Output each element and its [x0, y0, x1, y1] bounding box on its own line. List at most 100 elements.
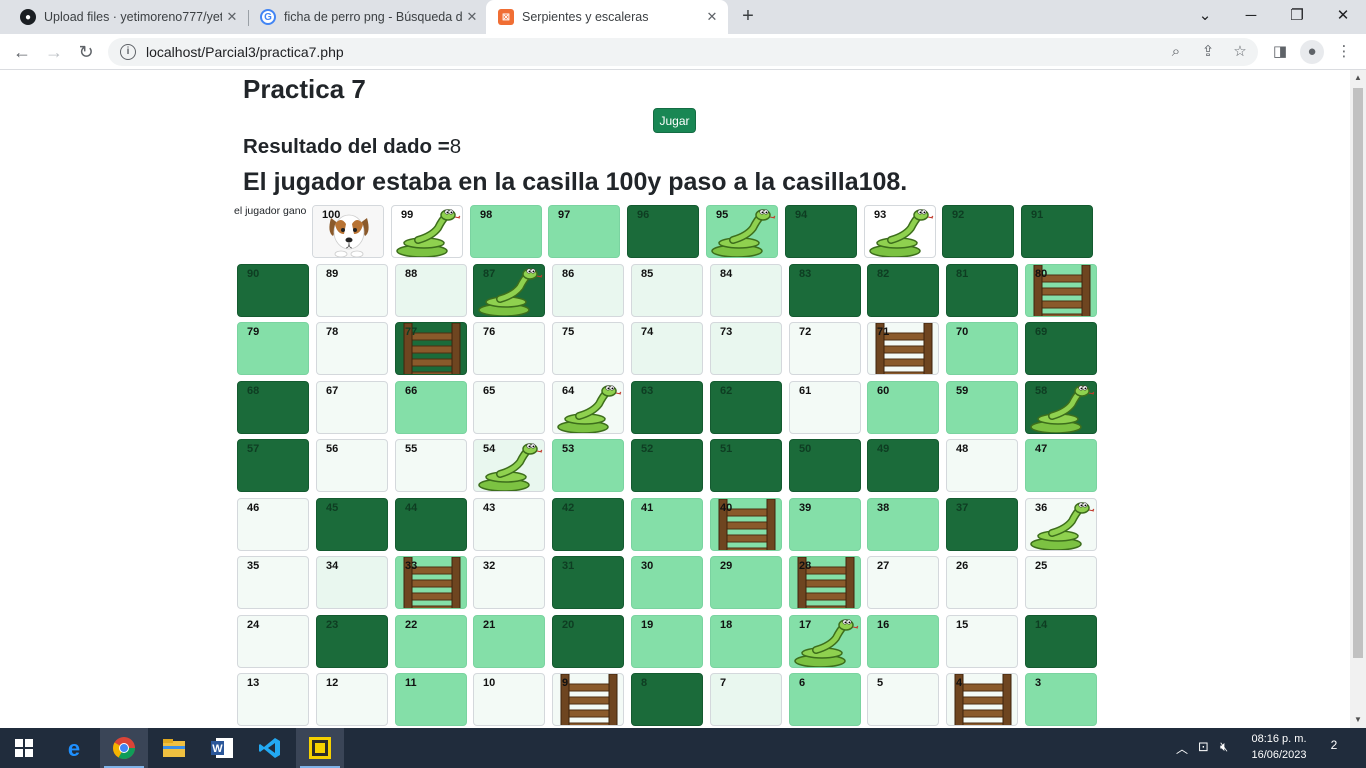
cell-number: 43 — [483, 502, 496, 514]
board-cell-71: 71 — [867, 322, 939, 375]
new-tab-button[interactable]: + — [736, 4, 760, 28]
cell-number: 5 — [877, 677, 884, 689]
reload-icon[interactable]: ↻ — [72, 38, 100, 66]
board-cell-26: 26 — [946, 556, 1018, 609]
board-cell-55: 55 — [395, 439, 467, 492]
board-cell-69: 69 — [1025, 322, 1097, 375]
forward-arrow-icon[interactable]: → — [40, 38, 68, 66]
back-arrow-icon[interactable]: ← — [8, 38, 36, 66]
site-info-icon[interactable]: i — [120, 44, 136, 60]
tab-upload-files[interactable]: ● Upload files · yetimoreno777/yeti ✕ — [8, 0, 248, 34]
word-icon[interactable]: W — [198, 728, 246, 768]
cell-number: 11 — [405, 677, 417, 689]
dice-label: Resultado del dado = — [243, 135, 450, 158]
file-explorer-icon[interactable] — [150, 728, 198, 768]
board-cell-92: 92 — [942, 205, 1014, 258]
side-panel-icon[interactable]: ◨ — [1268, 40, 1292, 64]
menu-kebab-icon[interactable]: ⋮ — [1332, 40, 1356, 64]
tab-search-chevron-icon[interactable]: ⌄ — [1182, 0, 1228, 34]
board-cell-10: 10 — [473, 673, 545, 726]
board-cell-96: 96 — [627, 205, 699, 258]
scroll-up-arrow-icon[interactable]: ▲ — [1350, 70, 1366, 86]
close-window-button[interactable]: ✕ — [1320, 0, 1366, 34]
cell-number: 3 — [1035, 677, 1042, 689]
xampp-icon: ⊠ — [498, 9, 514, 25]
cell-number: 31 — [562, 560, 575, 572]
board-cell-24: 24 — [237, 615, 309, 668]
scroll-down-arrow-icon[interactable]: ▼ — [1350, 712, 1366, 728]
cell-number: 4 — [956, 677, 963, 689]
board-cell-82: 82 — [867, 264, 939, 317]
jugar-button[interactable]: Jugar — [653, 108, 696, 133]
tab-title: Upload files · yetimoreno777/yeti — [44, 10, 222, 24]
board-cell-42: 42 — [552, 498, 624, 551]
board-cell-32: 32 — [473, 556, 545, 609]
clock-time[interactable]: 08:16 p. m. — [1244, 733, 1314, 745]
board-cell-23: 23 — [316, 615, 388, 668]
maximize-button[interactable]: ❐ — [1274, 0, 1320, 34]
dice-value: 8 — [449, 135, 462, 158]
cell-number: 54 — [483, 443, 496, 455]
profile-avatar-icon[interactable]: ● — [1300, 40, 1324, 64]
clock-date[interactable]: 16/06/2023 — [1244, 749, 1314, 761]
cell-number: 81 — [956, 268, 969, 280]
cell-number: 16 — [877, 619, 890, 631]
board-cell-31: 31 — [552, 556, 624, 609]
zoom-search-icon[interactable]: ⌕ — [1165, 42, 1187, 62]
board-cell-54: 54 — [473, 439, 545, 492]
edge-icon[interactable]: e — [50, 728, 98, 768]
cell-number: 28 — [799, 560, 812, 572]
board-cell-68: 68 — [237, 381, 309, 434]
bookmark-star-icon[interactable]: ☆ — [1229, 42, 1251, 62]
cell-number: 15 — [956, 619, 969, 631]
notifications-icon[interactable]: 2 — [1322, 738, 1346, 752]
vscode-icon[interactable] — [246, 728, 294, 768]
share-icon[interactable]: ⇪ — [1197, 42, 1219, 62]
board-cell-28: 28 — [789, 556, 861, 609]
cell-number: 52 — [641, 443, 654, 455]
board-cell-60: 60 — [867, 381, 939, 434]
board-cell-65: 65 — [473, 381, 545, 434]
close-tab-icon[interactable]: ✕ — [222, 9, 242, 25]
close-tab-icon[interactable]: ✕ — [462, 9, 482, 25]
board-cell-7: 7 — [710, 673, 782, 726]
notification-count: 2 — [1330, 738, 1338, 752]
cell-number: 72 — [799, 326, 812, 338]
minimize-button[interactable]: ─ — [1228, 0, 1274, 34]
cell-number: 26 — [956, 560, 969, 572]
page-scrollbar[interactable]: ▲ ▼ — [1350, 70, 1366, 728]
tab-title: ficha de perro png - Búsqueda de — [284, 10, 462, 24]
cell-number: 30 — [641, 560, 654, 572]
address-bar[interactable]: i localhost/Parcial3/practica7.php ⌕ ⇪ ☆ — [108, 38, 1258, 66]
cell-number: 79 — [247, 326, 260, 338]
tab-serpientes[interactable]: ⊠ Serpientes y escaleras ✕ — [486, 0, 728, 34]
cell-number: 27 — [877, 560, 890, 572]
board-cell-30: 30 — [631, 556, 703, 609]
board-cell-36: 36 — [1025, 498, 1097, 551]
cell-number: 17 — [799, 619, 812, 631]
chrome-icon[interactable] — [100, 728, 148, 768]
board-cell-62: 62 — [710, 381, 782, 434]
board-cell-49: 49 — [867, 439, 939, 492]
tab-google-search[interactable]: G ficha de perro png - Búsqueda de ✕ — [248, 0, 488, 34]
cell-number: 46 — [247, 502, 260, 514]
browser-toolbar: ← → ↻ i localhost/Parcial3/practica7.php… — [0, 34, 1366, 70]
cell-number: 84 — [720, 268, 733, 280]
close-tab-icon[interactable]: ✕ — [702, 9, 722, 25]
board-cell-29: 29 — [710, 556, 782, 609]
board-cell-12: 12 — [316, 673, 388, 726]
board-cell-88: 88 — [395, 264, 467, 317]
cell-number: 61 — [799, 385, 812, 397]
xampp-taskbar-icon[interactable] — [296, 728, 344, 768]
scrollbar-thumb[interactable] — [1353, 88, 1363, 658]
cell-number: 59 — [956, 385, 969, 397]
board-cell-39: 39 — [789, 498, 861, 551]
network-icon[interactable]: ⊡ — [1198, 739, 1209, 755]
windows-start-icon[interactable] — [0, 728, 48, 768]
cell-number: 96 — [637, 209, 650, 221]
cell-number: 76 — [483, 326, 496, 338]
board-cell-22: 22 — [395, 615, 467, 668]
tray-chevron-icon[interactable]: ︿ — [1176, 740, 1188, 757]
volume-muted-icon[interactable]: 🔇︎ — [1220, 739, 1228, 755]
cell-number: 6 — [799, 677, 806, 689]
